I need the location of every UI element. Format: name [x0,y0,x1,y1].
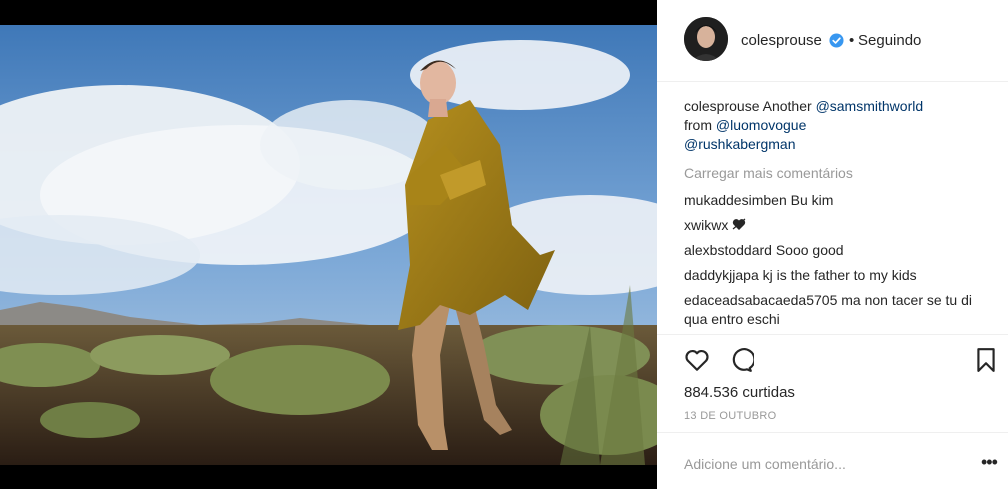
post-actions-bar [657,334,1008,380]
add-comment-input[interactable] [684,453,954,475]
comment-item: xwikwx [684,216,989,235]
header-separator: • [849,32,855,49]
post-date[interactable]: 13 DE OUTUBRO [684,410,777,422]
add-comment-section: ••• [657,432,1008,489]
comment-username-link[interactable]: alexbstoddard [684,242,772,258]
post-photo-image [0,25,657,465]
caption-mention-link[interactable]: @luomovogue [716,117,807,133]
comment-icon[interactable] [728,347,754,373]
post-caption: colesprouse Another @samsmithworld from … [684,97,989,154]
header-username-link[interactable]: colesprouse [741,32,822,49]
comment-username-link[interactable]: daddykjjapa [684,267,759,283]
following-button[interactable]: Seguindo [858,32,921,49]
comment-text: Sooo good [775,242,844,258]
verified-badge-icon [829,33,844,48]
comment-item: alexbstoddard Sooo good [684,241,989,260]
caption-mention-link[interactable]: @samsmithworld [816,98,924,114]
caption-mention-link[interactable]: @rushkabergman [684,136,796,152]
comments-list: colesprouse Another @samsmithworld from … [684,97,989,335]
avatar-image [684,17,728,61]
post-photo[interactable] [0,25,657,465]
heart-icon[interactable] [684,347,710,373]
load-more-comments-button[interactable]: Carregar mais comentários [684,164,989,183]
likes-count[interactable]: 884.536 curtidas [684,384,795,401]
comment-item: edaceadsabacaeda5705 ma non tacer se tu … [684,291,989,329]
comment-username-link[interactable]: edaceadsabacaeda5705 [684,292,837,308]
caption-text: Another [762,98,812,114]
comment-item: mukaddesimben Bu kim [684,191,989,210]
comment-item: daddykjjapa kj is the father to my kids [684,266,989,285]
bookmark-icon[interactable] [973,347,999,373]
comment-username-link[interactable]: xwikwx [684,217,728,233]
avatar[interactable] [684,17,728,61]
comment-text: Bu kim [790,192,834,208]
caption-text-from: from [684,117,712,133]
caption-username-link[interactable]: colesprouse [684,98,760,114]
heart-emoji-icon [732,218,746,230]
comment-username-link[interactable]: mukaddesimben [684,192,787,208]
post-header: colesprouse • Seguindo [657,0,1008,82]
post-side-panel: colesprouse • Seguindo colesprouse Anoth… [657,0,1008,489]
comment-text: kj is the father to my kids [762,267,917,283]
more-options-icon[interactable]: ••• [981,453,998,471]
post-media-container [0,0,657,489]
